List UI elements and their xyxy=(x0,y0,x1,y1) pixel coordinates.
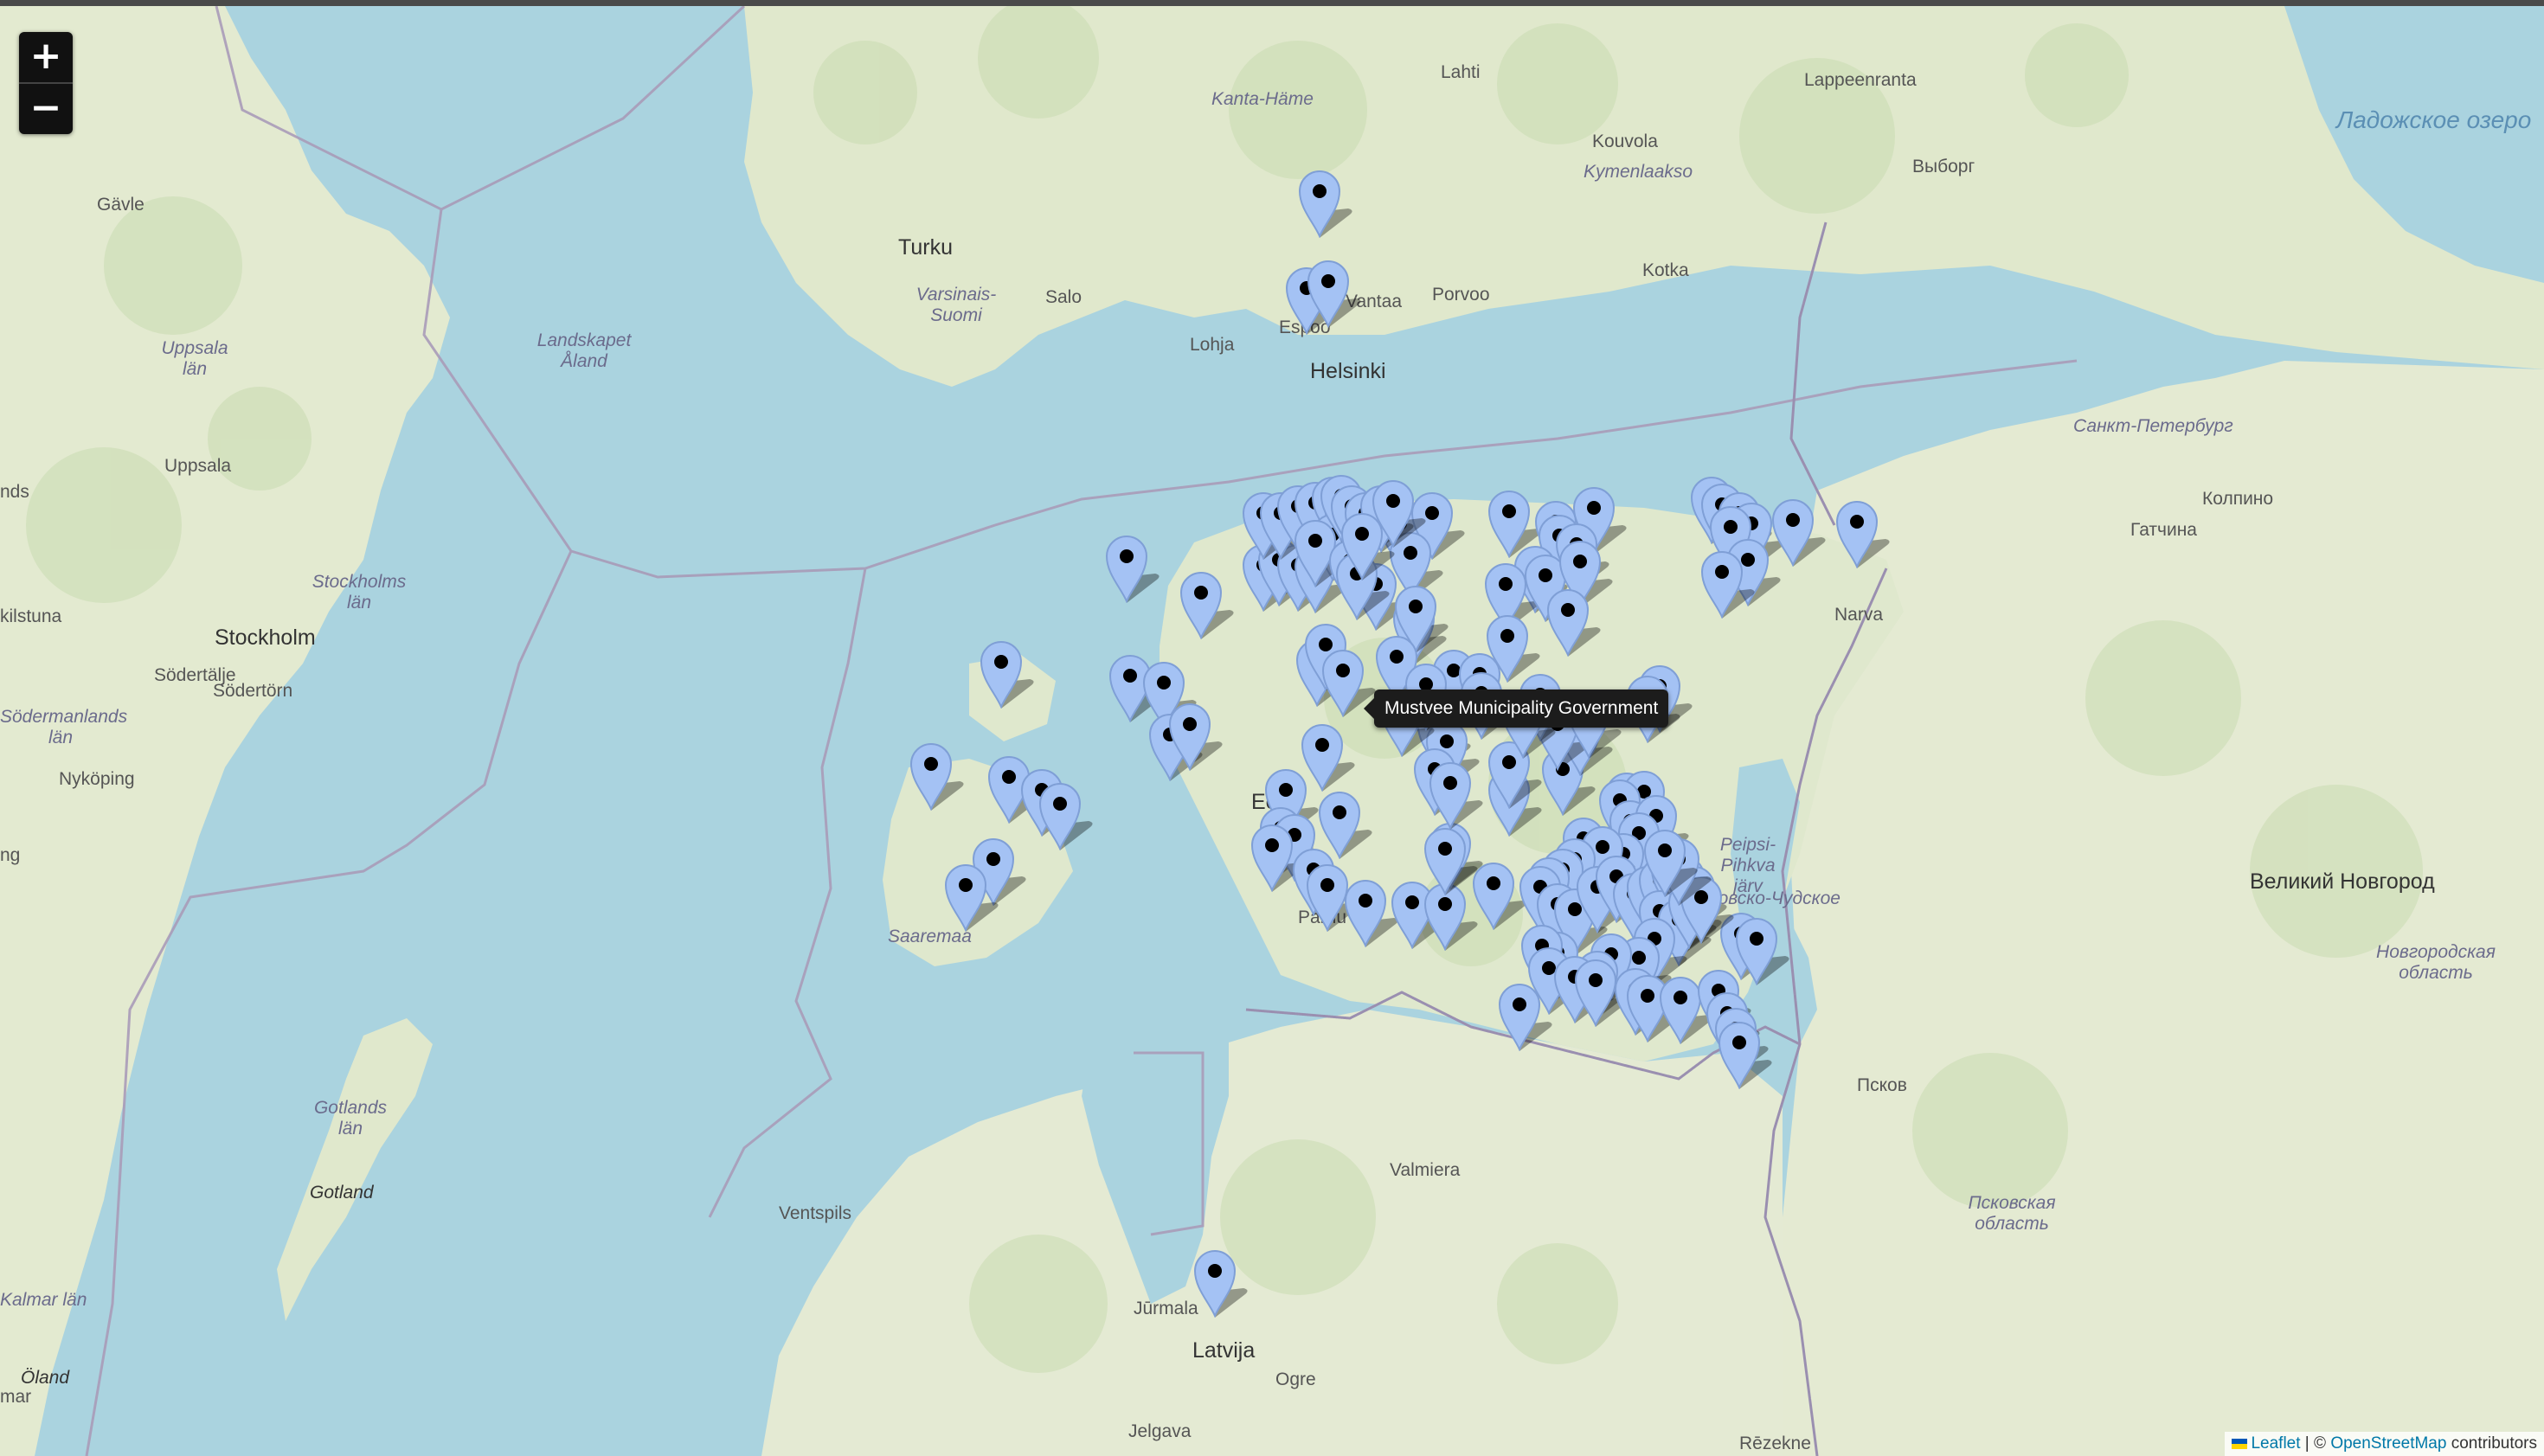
attribution-contributors: contributors xyxy=(2446,1434,2537,1453)
map-label: Öland xyxy=(21,1368,70,1388)
map-label: Salo xyxy=(1045,287,1082,307)
map-marker-pin[interactable] xyxy=(980,638,1034,709)
map-marker-pin[interactable] xyxy=(1472,859,1526,930)
leaflet-link[interactable]: Leaflet xyxy=(2251,1434,2300,1453)
map-label: Södermanlands län xyxy=(0,707,128,747)
map-marker-pin[interactable] xyxy=(1306,861,1360,932)
map-label: Kalmar län xyxy=(0,1290,87,1310)
map-label: Stockholms län xyxy=(312,572,407,613)
map-label: Санкт-Петербург xyxy=(2073,416,2233,436)
map-label: mar xyxy=(0,1387,32,1407)
map-label: Kouvola xyxy=(1592,131,1658,151)
map-marker-pin[interactable] xyxy=(1835,497,1890,568)
map-label: Gotland xyxy=(310,1183,374,1203)
map-marker-pin[interactable] xyxy=(1179,568,1234,639)
map-marker-pin[interactable] xyxy=(1574,956,1629,1027)
map-marker-pin[interactable] xyxy=(1718,1018,1772,1089)
map-label: Новгородская область xyxy=(2376,942,2496,983)
zoom-control: + − xyxy=(19,32,73,134)
map-label: Ventspils xyxy=(779,1203,852,1223)
map-label: Landskapet Åland xyxy=(536,330,632,371)
map-label: Ладожское озеро xyxy=(2336,106,2532,133)
map-label: Гатчина xyxy=(2130,520,2197,540)
map-label: ng xyxy=(0,845,21,865)
map-marker-pin[interactable] xyxy=(1700,548,1755,619)
map-label: Narva xyxy=(1834,605,1884,625)
zoom-out-button[interactable]: − xyxy=(19,82,73,134)
map-marker-pin[interactable] xyxy=(909,740,964,811)
map-marker-pin[interactable] xyxy=(1321,646,1376,717)
map-label: Jūrmala xyxy=(1134,1299,1198,1318)
map-label: Lahti xyxy=(1441,62,1481,82)
map-canvas[interactable]: Lahti Kanta-Häme Lappeenranta Kouvola Ky… xyxy=(0,6,2544,1456)
map-label: Turku xyxy=(898,235,953,260)
map-marker-pin[interactable] xyxy=(1340,510,1395,580)
map-marker-pin[interactable] xyxy=(1423,824,1478,895)
map-label: Gotlands län xyxy=(313,1098,388,1139)
map-label: Gävle xyxy=(97,195,145,215)
map-marker-pin[interactable] xyxy=(1105,532,1160,603)
map-marker-pin[interactable] xyxy=(1168,700,1223,771)
map-basemap xyxy=(0,6,2544,1456)
map-label: Ogre xyxy=(1275,1369,1316,1389)
window-top-bar xyxy=(0,0,2544,6)
map-marker-pin[interactable] xyxy=(1298,167,1352,238)
zoom-in-button[interactable]: + xyxy=(19,32,73,82)
map-marker-pin[interactable] xyxy=(1193,1247,1248,1318)
map-label: Lohja xyxy=(1190,335,1235,355)
map-label: Rēzekne xyxy=(1739,1434,1811,1453)
map-label: Valmiera xyxy=(1390,1160,1461,1180)
map-marker-pin[interactable] xyxy=(1307,257,1361,328)
map-marker-pin[interactable] xyxy=(1344,876,1398,947)
map-label: Lappeenranta xyxy=(1804,70,1917,90)
map-label: Jelgava xyxy=(1128,1421,1192,1441)
map-marker-pin[interactable] xyxy=(1643,826,1698,897)
map-label: Södertörn xyxy=(213,681,293,701)
map-marker-pin[interactable] xyxy=(1771,496,1826,567)
map-label: Kanta-Häme xyxy=(1211,89,1314,109)
openstreetmap-link[interactable]: OpenStreetMap xyxy=(2330,1434,2446,1453)
map-label: Псковская область xyxy=(1968,1193,2056,1234)
map-label: kilstuna xyxy=(0,606,62,626)
map-label: Uppsala xyxy=(164,456,232,476)
map-marker-pin[interactable] xyxy=(1659,973,1713,1044)
map-label: Псков xyxy=(1857,1075,1907,1095)
map-label: Nyköping xyxy=(59,769,135,789)
map-label: Varsinais-Suomi xyxy=(915,285,997,325)
map-marker-pin[interactable] xyxy=(944,861,999,932)
map-label: Porvoo xyxy=(1432,285,1490,305)
map-label: Helsinki xyxy=(1310,359,1386,383)
map-label: Latvija xyxy=(1192,1338,1256,1363)
attribution: Leaflet | © OpenStreetMap contributors xyxy=(2225,1432,2544,1456)
map-label: Kotka xyxy=(1642,260,1689,280)
map-label: Великий Новгород xyxy=(2250,869,2435,894)
map-marker-pin[interactable] xyxy=(1498,980,1552,1051)
attribution-separator: | © xyxy=(2300,1434,2331,1453)
map-marker-pin[interactable] xyxy=(1429,759,1483,830)
marker-tooltip: Mustvee Municipality Government xyxy=(1363,690,1669,728)
map-label: Выборг xyxy=(1912,157,1975,176)
map-label: Uppsala län xyxy=(161,338,228,379)
map-marker-pin[interactable] xyxy=(1038,779,1093,850)
map-label: Колпино xyxy=(2202,489,2274,509)
map-label: nds xyxy=(0,482,29,502)
map-label: Stockholm xyxy=(215,625,316,650)
map-marker-pin[interactable] xyxy=(1250,821,1305,892)
map-label: Kymenlaakso xyxy=(1584,162,1693,182)
ukraine-flag-icon xyxy=(2232,1438,2248,1449)
